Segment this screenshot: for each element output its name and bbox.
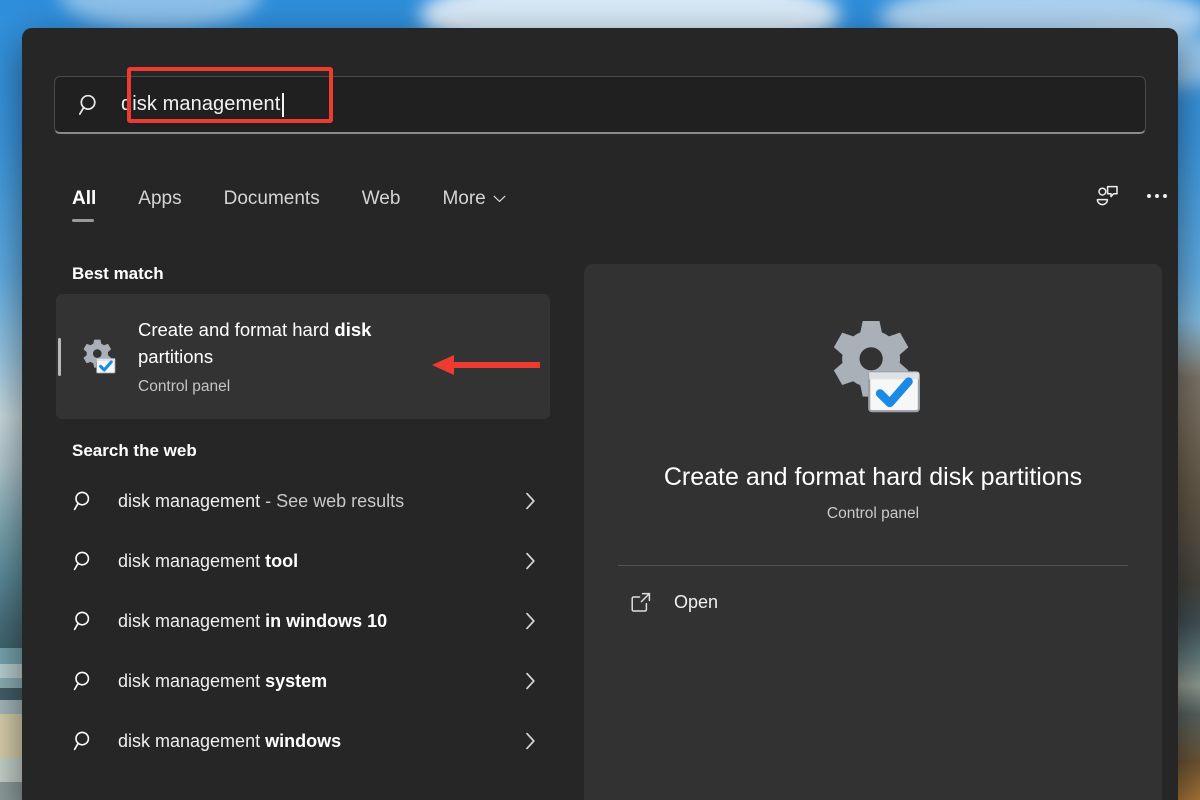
search-input[interactable]: disk management <box>54 76 1146 134</box>
search-the-web-heading: Search the web <box>72 441 197 460</box>
search-content: Best match Create and format hard disk p… <box>22 246 1178 800</box>
preview-subtitle: Control panel <box>826 505 920 523</box>
open-button[interactable]: Open <box>618 576 858 628</box>
web-results-list: disk management - See web results disk ma… <box>56 471 558 771</box>
open-label: Open <box>674 591 719 612</box>
tab-apps[interactable]: Apps <box>138 178 203 222</box>
title-suffix: partitions <box>138 345 214 367</box>
title-prefix: Create and format hard <box>138 319 335 341</box>
preview-panel: Create and format hard disk partitions C… <box>584 264 1162 800</box>
chevron-right-icon <box>526 492 535 510</box>
tab-documents[interactable]: Documents <box>224 178 342 222</box>
search-box-wrapper: disk management <box>54 67 1146 134</box>
results-column: Best match Create and format hard disk p… <box>56 246 558 771</box>
preview-divider <box>618 565 1128 567</box>
tab-all[interactable]: All <box>72 178 118 222</box>
web-result-suffix: tool <box>265 550 299 571</box>
web-result-query: disk management <box>118 550 266 571</box>
cloud <box>60 0 260 30</box>
search-icon <box>73 551 90 571</box>
preview-actions: Open <box>584 576 1162 628</box>
search-input-text-area[interactable]: disk management <box>111 77 1145 132</box>
dot <box>1155 194 1159 198</box>
web-result-label: disk management in windows 10 <box>118 611 525 632</box>
web-result-query: disk management <box>118 730 266 751</box>
title-bold-match: disk <box>334 319 372 341</box>
web-result-query: disk management <box>118 490 261 511</box>
tab-active-underline <box>72 219 94 222</box>
best-match-result-item[interactable]: Create and format hard disk partitions C… <box>56 294 550 419</box>
preview-title: Create and format hard disk partitions <box>663 463 1083 491</box>
disk-management-gear-icon <box>833 321 920 413</box>
web-result-row[interactable]: disk management - See web results <box>56 471 550 531</box>
best-match-subtitle: Control panel <box>138 377 231 395</box>
tab-label: Apps <box>138 188 182 209</box>
tab-label: Documents <box>223 188 320 209</box>
selection-accent-bar <box>58 338 61 376</box>
dot <box>1163 194 1167 198</box>
text-caret <box>282 92 284 117</box>
web-result-query: disk management <box>118 670 266 691</box>
best-match-title: Create and format hard disk partitions <box>138 317 428 370</box>
tab-label: All <box>72 188 97 209</box>
web-result-label: disk management - See web results <box>118 491 525 512</box>
best-match-heading: Best match <box>72 264 164 283</box>
search-icon <box>73 671 90 691</box>
web-result-row[interactable]: disk management system <box>56 651 550 711</box>
web-result-label: disk management windows <box>118 731 525 752</box>
web-result-row[interactable]: disk management tool <box>56 531 550 591</box>
chevron-right-icon <box>526 612 535 630</box>
search-icon <box>73 491 90 511</box>
web-result-label: disk management tool <box>118 551 525 572</box>
web-result-suffix: system <box>265 670 328 691</box>
web-result-label: disk management system <box>118 671 525 692</box>
tab-label: Web <box>361 188 401 209</box>
web-result-query: disk management <box>118 610 266 631</box>
tab-actions <box>1094 178 1178 208</box>
web-result-trailing: - See web results <box>260 490 405 511</box>
web-result-suffix: in windows 10 <box>265 610 388 631</box>
search-icon <box>78 94 96 115</box>
dot <box>1147 194 1151 198</box>
chevron-right-icon <box>526 552 535 570</box>
filter-tabs: All Apps Documents Web More <box>72 178 548 222</box>
chevron-right-icon <box>526 672 535 690</box>
chevron-right-icon <box>526 732 535 750</box>
search-window: disk management All Apps Documents Web M… <box>22 28 1178 800</box>
disk-management-gear-icon <box>83 339 116 373</box>
tab-web[interactable]: Web <box>362 178 423 222</box>
feedback-icon[interactable] <box>1094 184 1120 208</box>
search-query-text: disk management <box>121 93 281 115</box>
filter-tabs-row: All Apps Documents Web More <box>72 178 1178 234</box>
tab-label: More <box>442 188 486 209</box>
external-link-icon <box>631 593 651 612</box>
web-result-row[interactable]: disk management windows <box>56 711 550 771</box>
best-match-text-block: Create and format hard disk partitions C… <box>138 317 428 396</box>
chevron-down-icon <box>493 195 506 203</box>
tab-more[interactable]: More <box>442 178 527 222</box>
search-icon <box>73 731 90 751</box>
web-result-suffix: windows <box>265 730 342 751</box>
more-options-icon[interactable] <box>1144 184 1170 208</box>
web-result-row[interactable]: disk management in windows 10 <box>56 591 550 651</box>
search-icon <box>73 611 90 631</box>
